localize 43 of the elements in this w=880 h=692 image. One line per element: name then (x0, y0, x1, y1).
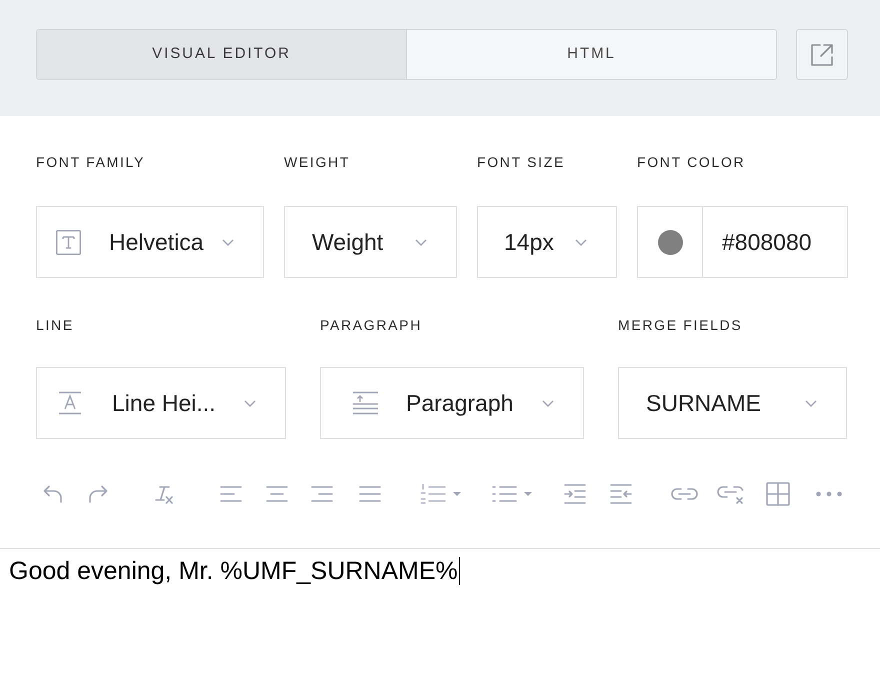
outdent-icon[interactable] (610, 483, 632, 505)
line-height-icon (58, 391, 82, 415)
numbered-list-icon[interactable] (420, 483, 464, 505)
undo-icon[interactable] (42, 483, 64, 505)
chevron-down-icon (542, 400, 554, 406)
align-left-icon[interactable] (220, 483, 242, 505)
table-icon[interactable] (766, 482, 790, 506)
field-label: FONT FAMILY (36, 154, 145, 170)
text-type-icon (56, 230, 81, 254)
editor-text: Good evening, Mr. %UMF_SURNAME% (9, 557, 458, 585)
field-label: FONT SIZE (477, 154, 565, 170)
chevron-down-icon (575, 238, 587, 246)
redo-icon[interactable] (87, 483, 109, 505)
font-size-dropdown[interactable]: 14px (477, 206, 617, 278)
external-link-icon (809, 42, 835, 68)
editor-field[interactable]: Good evening, Mr. %UMF_SURNAME% (0, 548, 880, 692)
field-label: FONT COLOR (637, 154, 746, 170)
mode-tab[interactable]: HTML (406, 30, 776, 79)
text-cursor-icon (458, 557, 460, 585)
font-family-dropdown[interactable]: Helvetica (36, 206, 264, 278)
align-right-icon[interactable] (311, 483, 333, 505)
chevron-down-icon (222, 238, 234, 246)
open-external-button[interactable] (796, 29, 848, 80)
mode-tab[interactable]: VISUAL EDITOR (37, 30, 406, 79)
justify-icon[interactable] (359, 483, 381, 505)
color-swatch-icon (658, 230, 682, 254)
field-label: LINE (36, 317, 74, 333)
bulleted-list-icon[interactable] (491, 483, 535, 505)
paragraph-dropdown[interactable]: Paragraph (320, 367, 584, 439)
unlink-icon[interactable] (716, 483, 746, 505)
weight-dropdown[interactable]: Weight (284, 206, 457, 278)
chevron-down-icon (244, 400, 256, 406)
align-center-icon[interactable] (266, 483, 288, 505)
line-height-dropdown[interactable]: Line Hei... (36, 367, 286, 439)
field-label: WEIGHT (284, 154, 350, 170)
merge-fields-dropdown[interactable]: SURNAME (618, 367, 847, 439)
field-label: PARAGRAPH (320, 317, 422, 333)
chevron-down-icon (415, 238, 427, 246)
chevron-down-icon (805, 400, 817, 406)
indent-icon[interactable] (564, 483, 586, 505)
paragraph-spacing-icon (352, 391, 379, 415)
hex-input-field[interactable]: #808080 (703, 207, 847, 277)
field-label: MERGE FIELDS (618, 317, 742, 333)
